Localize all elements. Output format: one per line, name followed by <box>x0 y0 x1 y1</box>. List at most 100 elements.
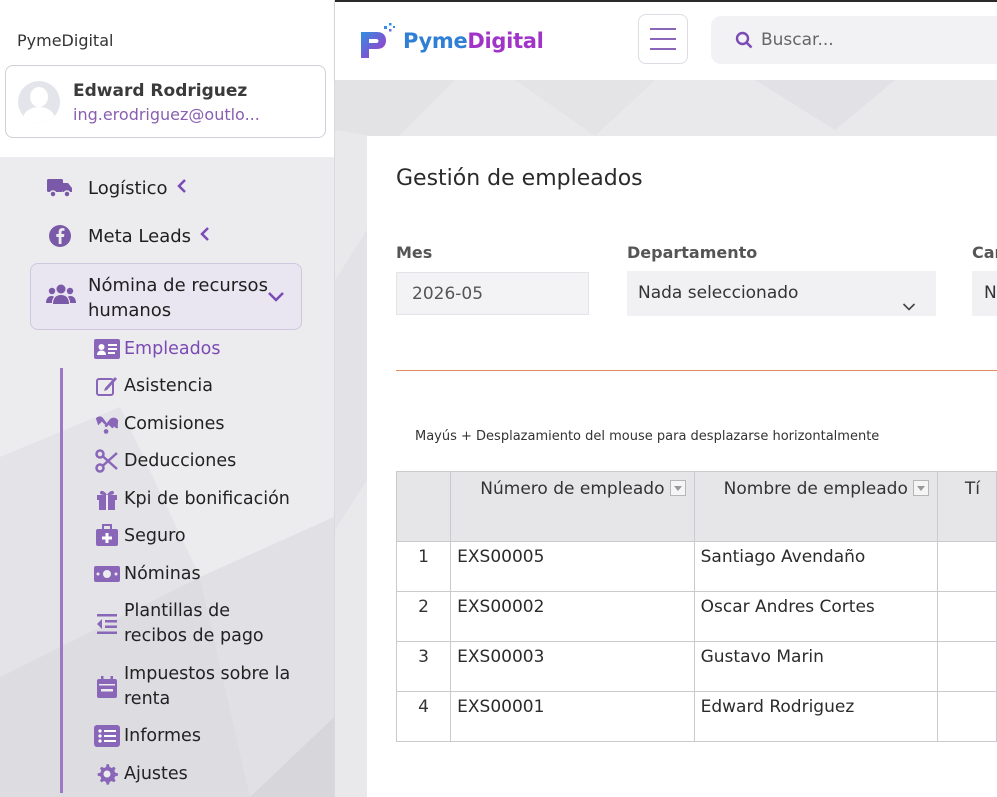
employee-number-cell[interactable]: EXS00001 <box>450 691 695 742</box>
scroll-hint: Mayús + Desplazamiento del mouse para de… <box>415 429 880 444</box>
sidebar-subitem-label: Ajustes <box>124 764 188 784</box>
page-title: Gestión de empleados <box>396 166 643 191</box>
sidebar-subitem-label: Comisiones <box>124 414 225 434</box>
gift-icon <box>94 487 120 511</box>
handshake-icon <box>94 412 120 436</box>
table-row[interactable]: 4 EXS00001 Edward Rodriguez <box>395 691 997 742</box>
department-select[interactable]: Nada seleccionado <box>627 271 936 316</box>
list-icon <box>94 724 120 748</box>
scissors-icon <box>94 449 120 473</box>
sidebar-subitem-nominas[interactable]: Nóminas <box>94 562 201 587</box>
title-cell[interactable] <box>936 641 997 692</box>
chevron-left-icon <box>176 178 188 199</box>
hamburger-icon-line <box>650 48 676 50</box>
column-header-label: Número de empleado <box>480 479 665 499</box>
search-input[interactable] <box>761 30 981 50</box>
sidebar-subitem-label: Empleados <box>124 339 221 359</box>
column-header-employee-name[interactable]: Nombre de empleado <box>693 471 938 542</box>
sidebar-subitem-comisiones[interactable]: Comisiones <box>94 412 225 437</box>
search-bar[interactable] <box>711 16 997 64</box>
column-header-label: Tí <box>964 479 981 499</box>
logo-text-pyme: Pyme <box>403 29 468 53</box>
sidebar-item-label: Nómina de recursos humanos <box>88 275 268 321</box>
month-label: Mes <box>396 243 433 262</box>
sidebar-item-label: Meta Leads <box>88 225 192 247</box>
chevron-down-icon <box>267 288 285 307</box>
user-name: Edward Rodriguez <box>73 81 248 101</box>
hamburger-icon-line <box>650 38 676 40</box>
sidebar-subitem-impuestos[interactable]: Impuestos sobre la renta <box>94 662 294 712</box>
employee-name-cell[interactable]: Edward Rodriguez <box>693 691 938 742</box>
sidebar-brand: PymeDigital <box>17 31 114 50</box>
sidebar-subitem-label: Plantillas de recibos de pago <box>124 601 264 646</box>
users-icon <box>46 282 76 310</box>
user-card[interactable]: Edward Rodriguez ing.erodriguez@outlo... <box>5 65 326 138</box>
logo-text-digital: Digital <box>467 29 544 53</box>
title-cell[interactable] <box>936 591 997 642</box>
employee-name-cell[interactable]: Oscar Andres Cortes <box>693 591 938 642</box>
sidebar-item-logistico[interactable]: Logístico <box>46 174 188 202</box>
employee-name-cell[interactable]: Santiago Avendaño <box>693 541 938 592</box>
calendar-icon <box>94 675 120 699</box>
medkit-icon <box>94 524 120 548</box>
row-index: 2 <box>395 591 452 642</box>
sidebar-item-nomina[interactable]: Nómina de recursos humanos <box>30 263 302 330</box>
menu-toggle-button[interactable] <box>638 14 688 64</box>
sidebar-item-meta-leads[interactable]: Meta Leads <box>46 222 211 250</box>
row-index: 3 <box>395 641 452 692</box>
employee-number-cell[interactable]: EXS00002 <box>450 591 695 642</box>
sidebar-subitem-label: Kpi de bonificación <box>124 489 290 509</box>
sidebar-subitem-label: Asistencia <box>124 376 213 396</box>
outdent-icon <box>94 612 120 636</box>
sidebar-subitem-asistencia[interactable]: Asistencia <box>94 374 213 399</box>
position-select[interactable]: N <box>972 271 997 316</box>
employee-name-cell[interactable]: Gustavo Marin <box>693 641 938 692</box>
id-card-icon <box>94 337 120 361</box>
employees-table: Número de empleado Nombre de empleado Tí… <box>395 471 997 742</box>
truck-icon <box>46 174 74 202</box>
column-header-employee-number[interactable]: Número de empleado <box>450 471 695 542</box>
facebook-icon <box>46 222 74 250</box>
row-index-header <box>395 471 452 542</box>
table-row[interactable]: 2 EXS00002 Oscar Andres Cortes <box>395 591 997 642</box>
sidebar-subitem-informes[interactable]: Informes <box>94 724 201 749</box>
sidebar-subitem-label: Impuestos sobre la renta <box>124 664 291 709</box>
title-cell[interactable] <box>936 541 997 592</box>
hamburger-icon-line <box>650 28 676 30</box>
section-divider <box>396 370 997 371</box>
filter-dropdown-icon[interactable] <box>669 480 686 496</box>
sidebar-subitem-label: Informes <box>124 726 201 746</box>
row-index: 4 <box>395 691 452 742</box>
user-email: ing.erodriguez@outlo... <box>73 105 260 124</box>
sidebar-subitem-empleados[interactable]: Empleados <box>94 337 221 362</box>
column-header-label: Nombre de empleado <box>723 479 908 499</box>
filter-dropdown-icon[interactable] <box>912 480 929 496</box>
app-logo[interactable]: PymeDigital <box>357 22 544 60</box>
sidebar-subitem-label: Nóminas <box>124 564 201 584</box>
edit-icon <box>94 374 120 398</box>
table-row[interactable]: 1 EXS00005 Santiago Avendaño <box>395 541 997 592</box>
logo-mark-icon <box>361 23 395 58</box>
column-header-title[interactable]: Tí <box>936 471 997 542</box>
sidebar-subitem-seguro[interactable]: Seguro <box>94 524 186 549</box>
sidebar-subitem-plantillas[interactable]: Plantillas de recibos de pago <box>94 599 274 649</box>
month-input[interactable]: 2026-05 <box>396 272 589 315</box>
title-cell[interactable] <box>936 691 997 742</box>
table-header-row: Número de empleado Nombre de empleado Tí <box>395 471 997 542</box>
sidebar-subitem-deducciones[interactable]: Deducciones <box>94 449 236 474</box>
search-icon <box>735 31 753 49</box>
avatar <box>18 81 60 123</box>
sidebar-subitem-label: Deducciones <box>124 451 237 471</box>
top-bar: PymeDigital <box>335 0 997 80</box>
money-icon <box>94 562 120 586</box>
gear-icon <box>94 762 120 786</box>
sidebar-subitem-ajustes[interactable]: Ajustes <box>94 762 188 787</box>
chevron-down-icon <box>902 285 916 330</box>
employee-number-cell[interactable]: EXS00005 <box>450 541 695 592</box>
sidebar: PymeDigital Edward Rodriguez ing.erodrig… <box>0 0 335 797</box>
employee-number-cell[interactable]: EXS00003 <box>450 641 695 692</box>
sidebar-item-label: Logístico <box>88 177 168 199</box>
position-label: Car <box>972 243 997 262</box>
table-row[interactable]: 3 EXS00003 Gustavo Marin <box>395 641 997 692</box>
sidebar-subitem-kpi[interactable]: Kpi de bonificación <box>94 487 290 512</box>
